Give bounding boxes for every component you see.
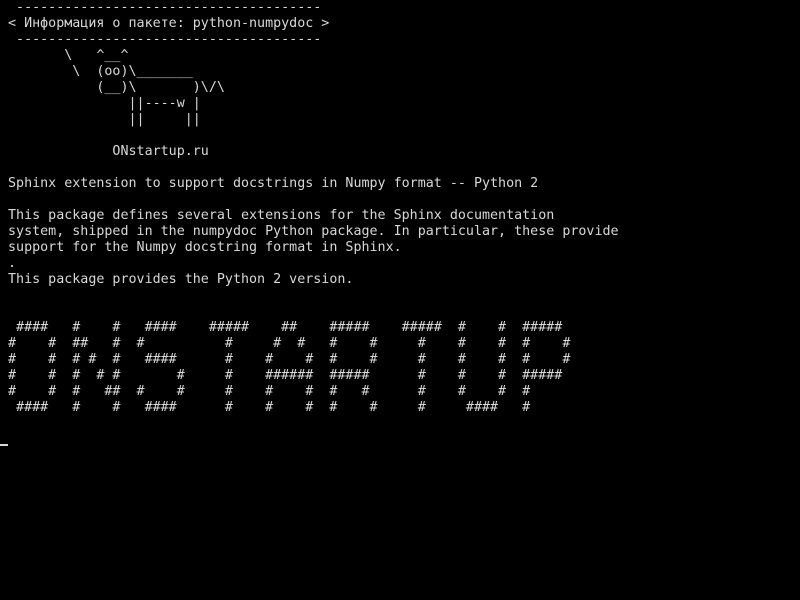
banner-ascii-line: # # ## # # # # # # # # # # # # [8,336,571,351]
banner-ascii-line: # # # # # #### # # # # # # # # # # [8,352,571,367]
terminal-screen[interactable]: -------------------------------------- <… [0,0,800,600]
package-description: support for the Numpy docstring format i… [8,240,402,255]
package-description: This package defines several extensions … [8,208,555,223]
cow-ascii-line: ||----w | [8,96,201,111]
banner-ascii-line: #### # # #### ##### ## ##### ##### # # #… [8,320,563,335]
package-description: system, shipped in the numpydoc Python p… [8,224,619,239]
cow-ascii-line: \ ^__^ [8,48,129,63]
banner-ascii-line: # # # ## # # # # # # # # # # # [8,384,531,399]
package-summary: Sphinx extension to support docstrings i… [8,176,539,191]
text-cursor[interactable] [0,444,8,446]
cowsay-message: < Информация о пакете: python-numpydoc > [8,16,330,31]
cow-ascii-line: (__)\ )\/\ [8,80,225,95]
cow-ascii-line: || || [8,112,201,127]
cowsay-border-top: -------------------------------------- [8,0,322,15]
package-description: This package provides the Python 2 versi… [8,272,354,287]
package-description: . [8,256,17,271]
cowsay-border-bottom: -------------------------------------- [8,32,322,47]
banner-ascii-line: # # # # # # # ###### ##### # # # ##### [8,368,563,383]
cow-ascii-line: \ (oo)\_______ [8,64,193,79]
banner-ascii-line: #### # # #### # # # # # # #### # [8,400,531,415]
site-name: ONstartup.ru [8,144,209,159]
